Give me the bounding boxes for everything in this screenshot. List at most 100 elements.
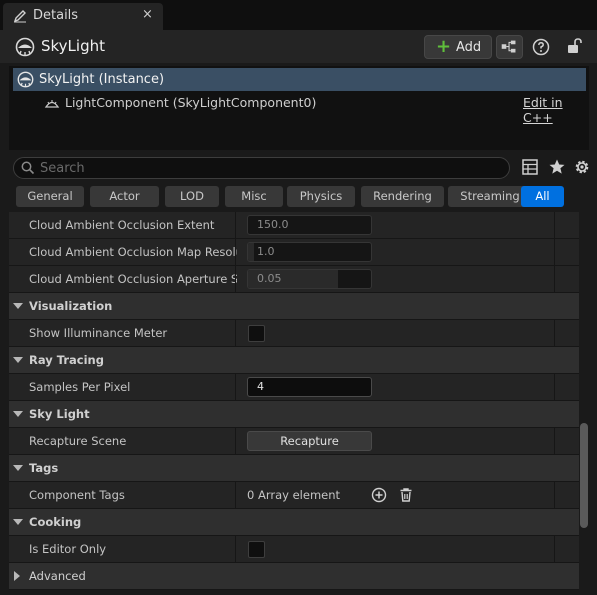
- column-divider: [554, 212, 555, 239]
- column-divider: [235, 239, 236, 266]
- skylight-icon: [15, 37, 35, 57]
- field-value: 1.0: [257, 245, 275, 258]
- field-value: 150.0: [257, 218, 289, 231]
- category-label: Advanced: [29, 569, 86, 583]
- tab-title: Details: [33, 8, 79, 23]
- column-divider: [554, 374, 555, 401]
- cloud-ao-aperture-scale-field[interactable]: 0.05: [247, 269, 372, 289]
- light-component-icon: [44, 100, 60, 108]
- category-advanced[interactable]: Advanced: [9, 563, 579, 590]
- category-tags[interactable]: Tags: [9, 455, 579, 482]
- search-icon: [21, 161, 35, 175]
- add-element-icon[interactable]: [371, 487, 387, 503]
- actor-header: SkyLight + Add: [0, 30, 597, 63]
- recapture-button[interactable]: Recapture: [247, 431, 372, 451]
- column-divider: [235, 212, 236, 239]
- expand-arrow-icon: [14, 571, 20, 581]
- property-label: Cloud Ambient Occlusion Extent: [29, 218, 215, 232]
- search-input[interactable]: [40, 159, 500, 177]
- filter-streaming[interactable]: Streaming: [448, 186, 532, 207]
- help-icon[interactable]: [532, 38, 550, 56]
- cloud-ao-map-resolution-field[interactable]: 1.0: [247, 242, 372, 262]
- tree-item-component[interactable]: LightComponent (SkyLightComponent0) Edit…: [13, 92, 586, 125]
- filter-rendering[interactable]: Rendering: [361, 186, 444, 207]
- category-label: Tags: [29, 461, 59, 475]
- collapse-arrow-icon: [13, 411, 23, 417]
- property-row: Samples Per Pixel 4: [9, 374, 579, 401]
- filter-misc[interactable]: Misc: [225, 186, 283, 207]
- property-row: Cloud Ambient Occlusion Map Resoluti… 1.…: [9, 239, 579, 266]
- column-divider: [554, 482, 555, 509]
- category-sky-light[interactable]: Sky Light: [9, 401, 579, 428]
- array-count: 0 Array element: [247, 488, 341, 502]
- property-row: Show Illuminance Meter: [9, 320, 579, 347]
- gear-icon[interactable]: [573, 158, 591, 176]
- property-label: Cloud Ambient Occlusion Map Resoluti…: [29, 245, 237, 259]
- column-divider: [235, 482, 236, 509]
- tab-details[interactable]: Details ×: [3, 3, 163, 30]
- property-label: Show Illuminance Meter: [29, 326, 168, 340]
- pencil-icon: [13, 10, 26, 23]
- column-divider: [235, 266, 236, 293]
- category-ray-tracing[interactable]: Ray Tracing: [9, 347, 579, 374]
- star-icon[interactable]: [548, 158, 566, 176]
- property-label: Samples Per Pixel: [29, 380, 131, 394]
- add-button-label: Add: [456, 40, 482, 55]
- filter-lod[interactable]: LOD: [165, 186, 219, 207]
- column-divider: [554, 536, 555, 563]
- value-fill: [248, 243, 254, 261]
- add-component-button[interactable]: + Add: [424, 35, 492, 59]
- column-divider: [235, 374, 236, 401]
- column-divider: [235, 428, 236, 455]
- plus-icon: +: [436, 36, 452, 57]
- actor-name: SkyLight: [41, 37, 105, 55]
- tree-item-instance[interactable]: SkyLight (Instance): [13, 68, 586, 91]
- blueprint-button[interactable]: [496, 35, 523, 59]
- category-label: Cooking: [29, 515, 82, 529]
- field-value: 0.05: [257, 272, 282, 285]
- column-divider: [235, 536, 236, 563]
- property-label: Cloud Ambient Occlusion Aperture Scale: [29, 272, 237, 286]
- column-divider: [554, 239, 555, 266]
- property-list: Cloud Ambient Occlusion Extent 150.0 Clo…: [9, 212, 579, 592]
- search-box[interactable]: [13, 157, 510, 179]
- field-value: 4: [257, 380, 264, 393]
- column-divider: [554, 320, 555, 347]
- collapse-arrow-icon: [13, 465, 23, 471]
- trash-icon[interactable]: [398, 487, 414, 503]
- details-panel: SkyLight + Add SkyLight (Instance) Light…: [0, 30, 597, 595]
- blueprint-icon: [501, 40, 516, 53]
- property-label: Recapture Scene: [29, 434, 127, 448]
- edit-in-cpp-link[interactable]: Edit in C++: [523, 95, 586, 125]
- samples-per-pixel-field[interactable]: 4: [247, 377, 372, 397]
- close-icon[interactable]: ×: [142, 7, 153, 22]
- column-divider: [235, 320, 236, 347]
- collapse-arrow-icon: [13, 357, 23, 363]
- is-editor-only-checkbox[interactable]: [248, 541, 265, 558]
- filter-general[interactable]: General: [16, 186, 84, 207]
- column-divider: [554, 428, 555, 455]
- column-divider: [554, 266, 555, 293]
- component-tree: SkyLight (Instance) LightComponent (SkyL…: [9, 66, 589, 150]
- show-illuminance-meter-checkbox[interactable]: [248, 325, 265, 342]
- cloud-ao-extent-field[interactable]: 150.0: [247, 215, 372, 235]
- filter-actor[interactable]: Actor: [90, 186, 159, 207]
- scrollbar-thumb[interactable]: [580, 423, 588, 528]
- property-row: Is Editor Only: [9, 536, 579, 563]
- filter-all[interactable]: All: [521, 186, 564, 207]
- property-row: Cloud Ambient Occlusion Extent 150.0: [9, 212, 579, 239]
- category-cooking[interactable]: Cooking: [9, 509, 579, 536]
- grid-icon[interactable]: [521, 158, 539, 176]
- lock-icon[interactable]: [566, 37, 584, 55]
- property-row: Recapture Scene Recapture: [9, 428, 579, 455]
- property-label: Is Editor Only: [29, 542, 107, 556]
- category-label: Sky Light: [29, 407, 90, 421]
- collapse-arrow-icon: [13, 303, 23, 309]
- skylight-icon: [17, 71, 34, 88]
- property-label: Component Tags: [29, 488, 125, 502]
- property-row: Cloud Ambient Occlusion Aperture Scale 0…: [9, 266, 579, 293]
- property-row: Component Tags 0 Array element: [9, 482, 579, 509]
- category-visualization[interactable]: Visualization: [9, 293, 579, 320]
- filter-physics[interactable]: Physics: [287, 186, 355, 207]
- category-label: Ray Tracing: [29, 353, 104, 367]
